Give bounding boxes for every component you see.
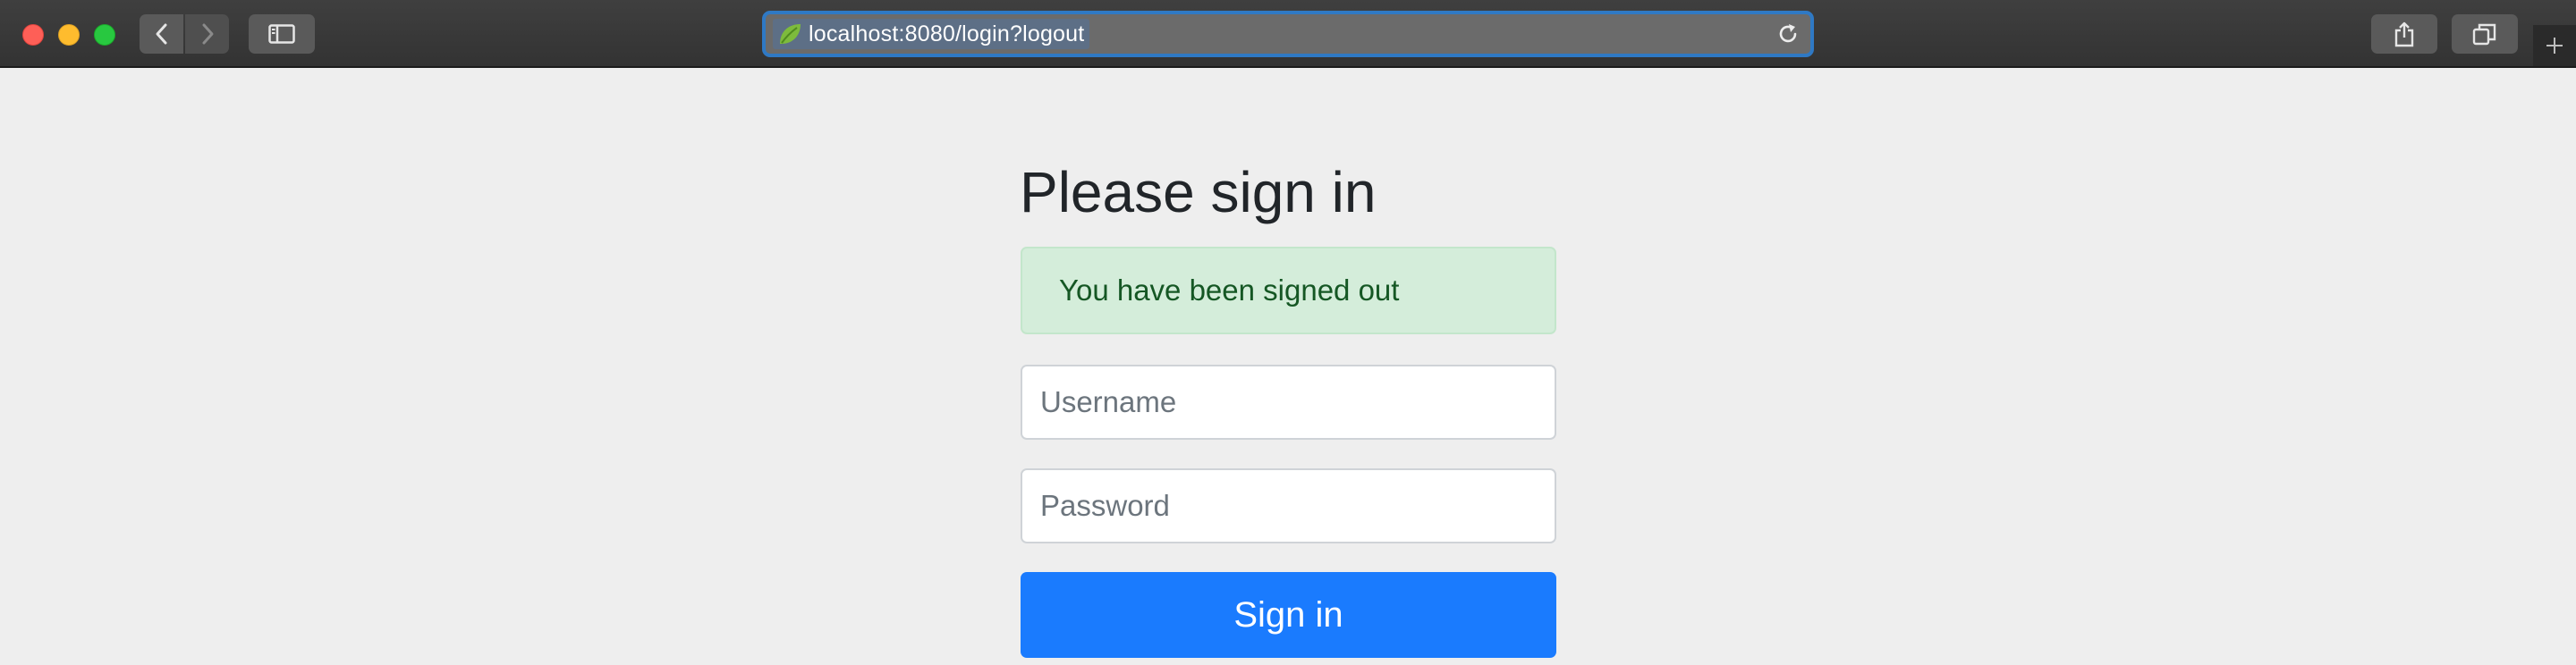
share-icon [2394, 21, 2414, 47]
forward-button[interactable] [185, 14, 229, 54]
chevron-right-icon [202, 23, 213, 45]
minimize-window-button[interactable] [58, 24, 80, 46]
spring-leaf-icon [780, 24, 801, 44]
page-content: Please sign in You have been signed out … [0, 70, 2576, 665]
tab-overview-button[interactable] [2452, 14, 2518, 54]
plus-icon [2546, 38, 2563, 54]
sign-in-button[interactable]: Sign in [1021, 572, 1556, 658]
address-bar[interactable]: localhost:8080/login?logout [762, 11, 1814, 57]
zoom-window-button[interactable] [94, 24, 115, 46]
back-button[interactable] [140, 14, 183, 54]
page-title: Please sign in [1020, 160, 1377, 224]
reload-icon[interactable] [1776, 22, 1800, 46]
username-input[interactable] [1021, 365, 1556, 440]
url-selection: localhost:8080/login?logout [773, 19, 1090, 49]
sidebar-icon [268, 24, 295, 44]
password-input[interactable] [1021, 468, 1556, 543]
chevron-left-icon [156, 23, 166, 45]
url-text[interactable]: localhost:8080/login?logout [809, 21, 1084, 47]
signed-out-alert: You have been signed out [1021, 247, 1556, 334]
share-button[interactable] [2371, 14, 2437, 54]
browser-toolbar: localhost:8080/login?logout [0, 0, 2576, 68]
new-tab-button[interactable] [2533, 25, 2576, 66]
close-window-button[interactable] [22, 24, 44, 46]
tab-overview-icon [2472, 23, 2496, 46]
alert-message: You have been signed out [1059, 274, 1400, 307]
sidebar-toggle-button[interactable] [249, 14, 315, 54]
